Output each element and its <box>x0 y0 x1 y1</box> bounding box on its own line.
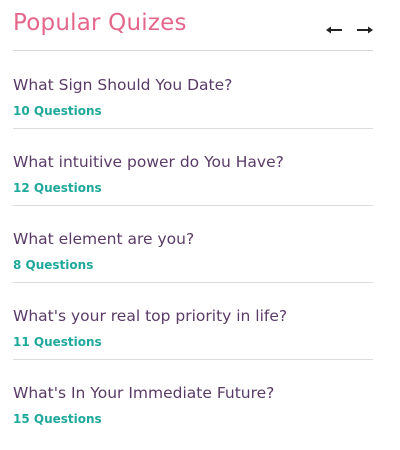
quiz-item[interactable]: What element are you? 8 Questions <box>13 206 373 283</box>
widget-title: Popular Quizes <box>13 10 187 36</box>
quiz-title[interactable]: What's In Your Immediate Future? <box>13 384 274 402</box>
question-count: 10 Questions <box>13 104 102 118</box>
arrow-left-icon <box>326 26 342 34</box>
arrow-right-icon <box>357 26 373 34</box>
question-count: 8 Questions <box>13 258 94 272</box>
quiz-title[interactable]: What intuitive power do You Have? <box>13 153 284 171</box>
quiz-title[interactable]: What Sign Should You Date? <box>13 76 232 94</box>
next-button[interactable] <box>355 22 375 38</box>
carousel-nav <box>324 22 375 38</box>
quiz-list: What Sign Should You Date? 10 Questions … <box>13 52 373 436</box>
question-count: 15 Questions <box>13 412 102 426</box>
header-divider <box>13 50 373 51</box>
quiz-title[interactable]: What element are you? <box>13 230 194 248</box>
widget-header: Popular Quizes <box>13 6 375 50</box>
quiz-title[interactable]: What's your real top priority in life? <box>13 307 287 325</box>
question-count: 12 Questions <box>13 181 102 195</box>
quiz-item[interactable]: What's your real top priority in life? 1… <box>13 283 373 360</box>
question-count: 11 Questions <box>13 335 102 349</box>
prev-button[interactable] <box>324 22 344 38</box>
popular-quizzes-widget: Popular Quizes What Sign Should You Date… <box>0 0 400 450</box>
quiz-item[interactable]: What Sign Should You Date? 10 Questions <box>13 52 373 129</box>
quiz-item[interactable]: What's In Your Immediate Future? 15 Ques… <box>13 360 373 436</box>
quiz-item[interactable]: What intuitive power do You Have? 12 Que… <box>13 129 373 206</box>
